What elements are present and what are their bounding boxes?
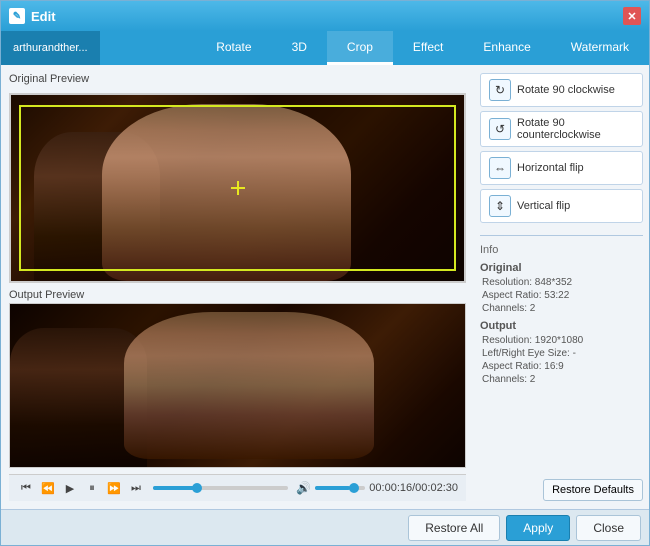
output-channels: Channels: 2 xyxy=(480,374,643,385)
close-button[interactable]: Close xyxy=(576,515,641,541)
window-title: Edit xyxy=(31,9,56,24)
rotate-cw-button[interactable]: ↻ Rotate 90 clockwise xyxy=(480,73,643,107)
rotate-ccw-button[interactable]: ↺ Rotate 90 counterclockwise xyxy=(480,111,643,147)
title-bar-left: ✎ Edit xyxy=(9,8,56,24)
restore-all-button[interactable]: Restore All xyxy=(408,515,500,541)
right-panel: ↻ Rotate 90 clockwise ↺ Rotate 90 counte… xyxy=(474,65,649,509)
info-title: Info xyxy=(480,244,643,256)
original-movie-frame xyxy=(11,95,464,281)
original-aspect: Aspect Ratio: 53:22 xyxy=(480,290,643,301)
main-content: Original Preview Output Preview xyxy=(1,65,649,509)
info-section: Info Original Resolution: 848*352 Aspect… xyxy=(480,235,643,387)
playback-bar: ⏮ ⏪ ▶ ⏸ ⏩ ⏭ 🔊 00:00:16/00:02:30 xyxy=(9,474,466,501)
output-preview xyxy=(9,303,466,468)
tab-bar: arthurandther... Rotate 3D Crop Effect E… xyxy=(1,31,649,65)
tab-watermark[interactable]: Watermark xyxy=(551,31,649,65)
file-tab-label: arthurandther... xyxy=(13,42,88,54)
output-preview-section: Output Preview xyxy=(9,289,466,468)
original-preview xyxy=(9,93,466,283)
time-display: 00:00:16/00:02:30 xyxy=(369,482,458,494)
rotate-cw-icon: ↻ xyxy=(489,79,511,101)
flip-h-label: Horizontal flip xyxy=(517,162,584,174)
tab-enhance[interactable]: Enhance xyxy=(463,31,550,65)
restore-defaults-button[interactable]: Restore Defaults xyxy=(543,479,643,501)
bottom-bar: Restore All Apply Close xyxy=(1,509,649,545)
skip-back-button[interactable]: ⏮ xyxy=(17,479,35,497)
flip-h-button[interactable]: ⇔ Horizontal flip xyxy=(480,151,643,185)
progress-bar[interactable] xyxy=(153,486,288,490)
output-aspect: Aspect Ratio: 16:9 xyxy=(480,361,643,372)
tab-effect[interactable]: Effect xyxy=(393,31,463,65)
original-info-label: Original xyxy=(480,262,643,274)
rotate-ccw-icon: ↺ xyxy=(489,118,511,140)
tab-rotate[interactable]: Rotate xyxy=(196,31,271,65)
volume-bar[interactable] xyxy=(315,486,365,490)
output-lr-size: Left/Right Eye Size: - xyxy=(480,348,643,359)
flip-v-icon: ⇕ xyxy=(489,195,511,217)
original-channels: Channels: 2 xyxy=(480,303,643,314)
figure-old-woman-original xyxy=(102,104,351,281)
output-preview-label: Output Preview xyxy=(9,289,466,301)
original-resolution: Resolution: 848*352 xyxy=(480,277,643,288)
output-info-label: Output xyxy=(480,320,643,332)
pause-button[interactable]: ⏸ xyxy=(83,479,101,497)
volume-icon: 🔊 xyxy=(296,481,311,495)
flip-v-label: Vertical flip xyxy=(517,200,570,212)
tab-3d[interactable]: 3D xyxy=(272,31,327,65)
tab-crop[interactable]: Crop xyxy=(327,31,393,65)
volume-fill xyxy=(315,486,350,490)
apply-button[interactable]: Apply xyxy=(506,515,570,541)
step-back-button[interactable]: ⏪ xyxy=(39,479,57,497)
app-icon: ✎ xyxy=(9,8,25,24)
file-tab[interactable]: arthurandther... xyxy=(1,31,100,65)
flip-v-button[interactable]: ⇕ Vertical flip xyxy=(480,189,643,223)
progress-thumb[interactable] xyxy=(192,483,202,493)
rotate-cw-label: Rotate 90 clockwise xyxy=(517,84,615,96)
title-bar: ✎ Edit ✕ xyxy=(1,1,649,31)
output-resolution: Resolution: 1920*1080 xyxy=(480,335,643,346)
edit-window: ✎ Edit ✕ arthurandther... Rotate 3D Crop… xyxy=(0,0,650,546)
skip-forward-button[interactable]: ⏭ xyxy=(127,479,145,497)
play-button[interactable]: ▶ xyxy=(61,479,79,497)
flip-h-icon: ⇔ xyxy=(489,157,511,179)
original-preview-label: Original Preview xyxy=(9,73,466,85)
figure-old-woman-output xyxy=(124,312,374,459)
left-panel: Original Preview Output Preview xyxy=(1,65,474,509)
volume-thumb[interactable] xyxy=(349,483,359,493)
tabs-right: Rotate 3D Crop Effect Enhance Watermark xyxy=(100,31,649,65)
progress-fill xyxy=(153,486,194,490)
rotate-ccw-label: Rotate 90 counterclockwise xyxy=(517,117,634,141)
close-window-button[interactable]: ✕ xyxy=(623,7,641,25)
output-movie-frame xyxy=(10,304,465,467)
step-forward-button[interactable]: ⏩ xyxy=(105,479,123,497)
